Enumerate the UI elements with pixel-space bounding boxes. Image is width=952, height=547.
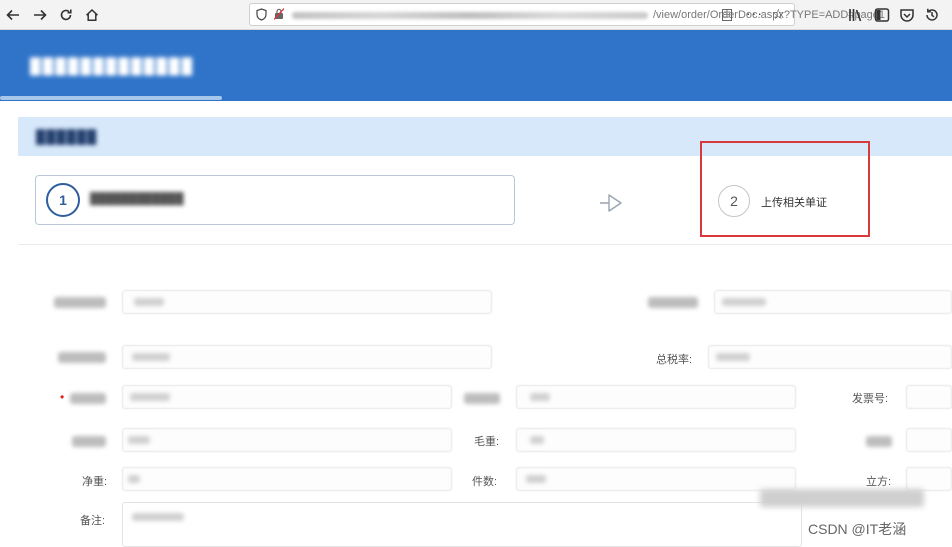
forward-icon[interactable] [30,5,50,25]
reload-icon[interactable] [56,5,76,25]
form-value-redacted [526,475,546,483]
package-count-field[interactable] [516,467,796,491]
cubic-label: 立方: [866,476,892,488]
step-1-label-redacted: ████████████ [90,193,184,205]
redacted-overlay [760,489,924,507]
form-field[interactable] [122,428,452,452]
form-value-redacted [716,353,750,361]
note-textarea[interactable] [122,502,802,547]
library-icon[interactable] [848,7,864,23]
form-label-redacted [866,436,892,447]
form-label-redacted [464,393,500,404]
gross-weight-label: 毛重: [474,436,500,448]
form-field[interactable] [516,385,796,409]
step-1-card[interactable]: 1 ████████████ [35,175,515,225]
form-label-redacted [58,352,106,363]
app-title-redacted: █████████████ [30,58,195,75]
pocket-icon[interactable] [899,7,915,23]
insecure-lock-icon[interactable] [274,8,284,20]
gross-weight-field[interactable] [516,428,796,452]
form-label-redacted [70,393,106,404]
back-icon[interactable] [3,5,23,25]
divider [18,244,952,245]
net-weight-field[interactable] [122,467,452,491]
form-value-redacted [722,298,766,306]
form-value-redacted [128,475,140,483]
form-label-redacted [648,297,698,308]
url-host-redacted [292,12,648,19]
package-count-label: 件数: [472,476,498,488]
note-label: 备注: [80,515,106,527]
tracking-shield-icon[interactable] [256,8,267,21]
note-placeholder-redacted [132,513,184,521]
form-value-redacted [530,393,550,401]
form-value-redacted [530,436,544,444]
csdn-watermark: CSDN @IT老涵 [808,521,907,537]
reader-view-icon[interactable] [722,9,732,21]
arrow-right-outline-icon [600,194,622,212]
tax-label: 总税率: [656,354,693,366]
form-field[interactable] [122,345,492,369]
browser-toolbar: /view/order/OrderDoc.aspx?TYPE=ADD#page1… [0,0,952,30]
form-field[interactable] [122,385,452,409]
form-value-redacted [130,393,170,401]
invoice-field[interactable] [906,385,952,409]
form-value-redacted [132,353,170,361]
form-field[interactable] [122,290,492,314]
form-label-redacted [54,297,106,308]
active-nav-underline [0,96,222,100]
form-value-redacted [128,436,150,444]
annotation-highlight-box [700,141,870,237]
home-icon[interactable] [82,5,102,25]
required-asterisk: • [60,390,65,404]
net-weight-label: 净重: [82,476,108,488]
step-1-number: 1 [46,183,80,217]
invoice-label: 发票号: [852,393,889,405]
bookmark-star-icon[interactable]: ☆ [772,6,785,23]
form-value-redacted [134,298,164,306]
sidebar-icon[interactable] [874,7,890,23]
form-field[interactable] [906,428,952,452]
page-actions-more-icon[interactable]: ··· [746,5,763,21]
history-icon[interactable] [924,7,940,23]
cubic-field[interactable] [906,467,952,491]
address-bar[interactable]: /view/order/OrderDoc.aspx?TYPE=ADD#page1… [249,3,885,26]
section-title-redacted: ██████ [36,129,98,144]
form-label-redacted [72,436,106,447]
